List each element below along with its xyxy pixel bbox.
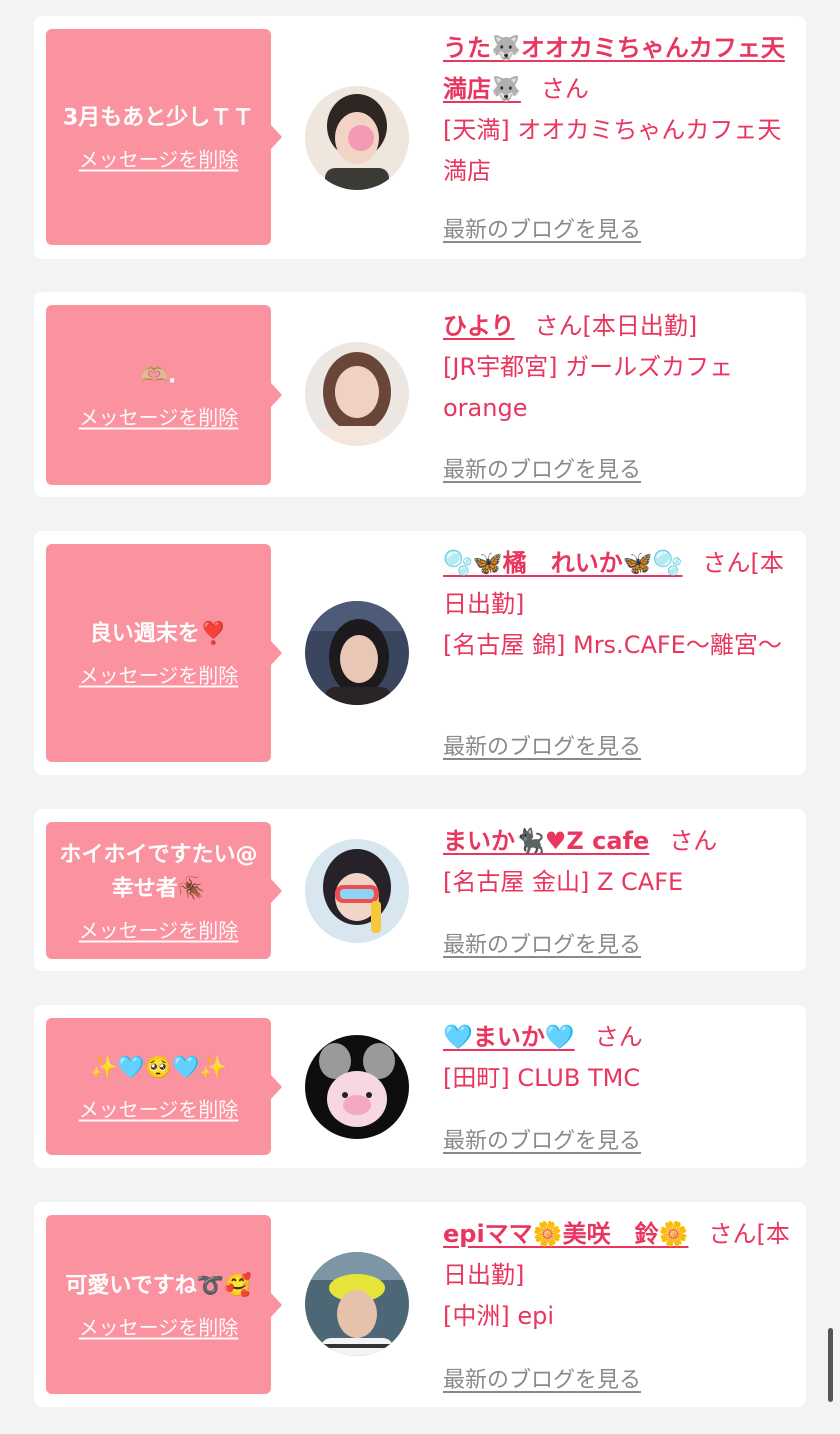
message-card: ホイホイですたい@幸せ者🪳 メッセージを削除 まいか🐈‍⬛♥Z cafe さん […	[34, 809, 806, 971]
message-text: 🫶🏼.	[140, 363, 177, 389]
honorific: さん	[702, 549, 751, 577]
latest-blog-link[interactable]: 最新のブログを見る	[443, 1362, 641, 1394]
latest-blog-link[interactable]: 最新のブログを見る	[443, 927, 641, 959]
message-bubble: 可愛いですね➰🥰 メッセージを削除	[46, 1215, 282, 1394]
message-bubble: 3月もあと少しＴＴ メッセージを削除	[46, 29, 282, 245]
message-text: 良い週末を❣️	[89, 621, 228, 647]
latest-blog-link[interactable]: 最新のブログを見る	[443, 1123, 641, 1155]
message-text: 可愛いですね➰🥰	[65, 1273, 252, 1298]
shop-label: [名古屋 錦] Mrs.CAFE～離宮～	[443, 631, 782, 659]
shop-label: [中洲] epi	[443, 1302, 555, 1330]
delete-message-link[interactable]: メッセージを削除	[79, 914, 239, 943]
avatar[interactable]	[305, 86, 409, 190]
delete-message-link[interactable]: メッセージを削除	[79, 402, 239, 431]
message-bubble: 良い週末を❣️ メッセージを削除	[46, 544, 282, 762]
message-bubble: ホイホイですたい@幸せ者🪳 メッセージを削除	[46, 822, 282, 959]
honorific: さん	[594, 1023, 643, 1051]
honorific: さん	[708, 1220, 757, 1248]
scrollbar[interactable]	[828, 1328, 833, 1402]
delete-message-link[interactable]: メッセージを削除	[79, 144, 239, 173]
avatar[interactable]	[305, 1035, 409, 1139]
avatar[interactable]	[305, 839, 409, 943]
cast-info: うた🐺オオカミちゃんカフェ天満店🐺 さん [天満] オオカミちゃんカフェ天満店	[443, 28, 798, 192]
cast-name-link[interactable]: うた🐺オオカミちゃんカフェ天満店🐺	[443, 34, 785, 103]
message-card: 良い週末を❣️ メッセージを削除 🫧🦋橘 れいか🦋🫧 さん[本日出勤] [名古屋 …	[34, 531, 806, 775]
message-text: 3月もあと少しＴＴ	[62, 105, 255, 131]
message-text: ホイホイですたい@幸せ者🪳	[59, 842, 258, 901]
message-card: ✨🩵🥺🩵✨ メッセージを削除 🩵まいか🩵 さん [田町] CLUB TMC 最新の…	[34, 1005, 806, 1168]
delete-message-link[interactable]: メッセージを削除	[79, 660, 239, 689]
shop-label: [天満] オオカミちゃんカフェ天満店	[443, 116, 782, 185]
cast-name-link[interactable]: ひより	[443, 312, 515, 340]
avatar[interactable]	[305, 1252, 409, 1356]
honorific: さん	[534, 312, 583, 340]
delete-message-link[interactable]: メッセージを削除	[79, 1311, 239, 1340]
latest-blog-link[interactable]: 最新のブログを見る	[443, 452, 641, 484]
status-label: [本日出勤]	[582, 312, 698, 340]
avatar[interactable]	[305, 601, 409, 705]
message-card: 🫶🏼. メッセージを削除 ひより さん[本日出勤] [JR宇都宮] ガールズカフェ…	[34, 292, 806, 497]
cast-name-link[interactable]: 🩵まいか🩵	[443, 1023, 575, 1051]
message-card: 可愛いですね➰🥰 メッセージを削除 epiママ🌼美咲 鈴🌼 さん[本日出勤] [中…	[34, 1202, 806, 1407]
cast-info: 🩵まいか🩵 さん [田町] CLUB TMC	[443, 1017, 798, 1099]
honorific: さん	[669, 827, 718, 855]
message-card: 3月もあと少しＴＴ メッセージを削除 うた🐺オオカミちゃんカフェ天満店🐺 さん […	[34, 16, 806, 259]
shop-label: [田町] CLUB TMC	[443, 1064, 641, 1092]
shop-label: [名古屋 金山] Z CAFE	[443, 868, 684, 896]
shop-label: [JR宇都宮] ガールズカフェorange	[443, 353, 734, 422]
cast-info: まいか🐈‍⬛♥Z cafe さん [名古屋 金山] Z CAFE	[443, 821, 798, 903]
message-text: ✨🩵🥺🩵✨	[90, 1055, 227, 1080]
delete-message-link[interactable]: メッセージを削除	[79, 1093, 239, 1122]
cast-name-link[interactable]: まいか🐈‍⬛♥Z cafe	[443, 827, 649, 855]
avatar[interactable]	[305, 342, 409, 446]
message-bubble: 🫶🏼. メッセージを削除	[46, 305, 282, 485]
cast-info: epiママ🌼美咲 鈴🌼 さん[本日出勤] [中洲] epi	[443, 1214, 798, 1337]
latest-blog-link[interactable]: 最新のブログを見る	[443, 729, 641, 761]
cast-info: ひより さん[本日出勤] [JR宇都宮] ガールズカフェorange	[443, 306, 798, 429]
message-bubble: ✨🩵🥺🩵✨ メッセージを削除	[46, 1018, 282, 1155]
cast-info: 🫧🦋橘 れいか🦋🫧 さん[本日出勤] [名古屋 錦] Mrs.CAFE～離宮～	[443, 543, 798, 666]
honorific: さん	[540, 75, 589, 103]
cast-name-link[interactable]: 🫧🦋橘 れいか🦋🫧	[443, 549, 683, 577]
cast-name-link[interactable]: epiママ🌼美咲 鈴🌼	[443, 1220, 688, 1248]
latest-blog-link[interactable]: 最新のブログを見る	[443, 212, 641, 244]
